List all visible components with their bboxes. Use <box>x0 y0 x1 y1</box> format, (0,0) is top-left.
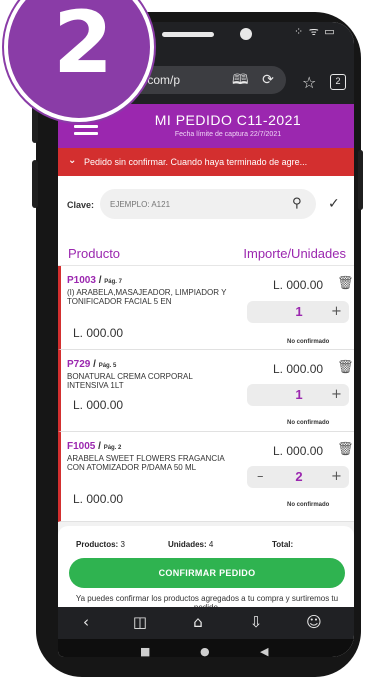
status-badge: No confirmado <box>287 502 330 508</box>
trash-icon[interactable]: 🗑 <box>337 442 354 457</box>
product-code: P729 <box>67 359 91 370</box>
product-column-label: Producto <box>68 246 121 261</box>
code-separator: / <box>95 275 105 286</box>
list-item: F1005 / Pág. 2 ARABELA SWEET FLOWERS FRA… <box>58 432 354 522</box>
star-icon[interactable]: ☆ <box>302 73 316 92</box>
column-header: Producto Importe/Unidades <box>58 236 354 266</box>
increment-button[interactable]: + <box>331 387 342 402</box>
item-code[interactable]: F1005 / Pág. 2 <box>67 441 121 452</box>
increment-button[interactable]: + <box>331 304 342 319</box>
catalog-page: Pág. 2 <box>103 445 122 451</box>
catalog-page: Pág. 5 <box>98 363 117 369</box>
quantity-stepper: – 2 + <box>247 466 349 488</box>
products-value: 3 <box>120 540 125 549</box>
home-button-icon[interactable]: ● <box>200 645 210 657</box>
back-icon[interactable]: ‹ <box>76 613 96 631</box>
decrement-button[interactable]: – <box>257 469 264 484</box>
item-description: (I) ARABELA,MASAJEADOR, LIMPIADOR Y TONI… <box>67 288 227 306</box>
book-open-icon[interactable]: 🕮 <box>232 72 249 88</box>
catalog-page: Pág. 7 <box>104 279 122 285</box>
quantity-stepper: 1 + <box>247 384 349 406</box>
item-import: L. 000.00 <box>273 278 324 292</box>
item-description: BONATURAL CREMA CORPORAL INTENSIVA 1LT <box>67 372 193 390</box>
catalog-icon[interactable]: ✓ <box>328 196 340 212</box>
power-button <box>358 150 363 210</box>
increment-button[interactable]: + <box>331 469 342 484</box>
products-label: Productos: <box>76 540 119 549</box>
product-code: P1003 <box>67 275 96 286</box>
search-icon[interactable]: ⚲ <box>292 196 302 211</box>
order-list: P1003 / Pág. 7 (I) ARABELA,MASAJEADOR, L… <box>58 266 354 522</box>
quantity-stepper: 1 + <box>247 301 349 323</box>
downloads-icon[interactable]: ⇩ <box>246 613 266 631</box>
list-item: P1003 / Pág. 7 (I) ARABELA,MASAJEADOR, L… <box>58 266 354 350</box>
item-price: L. 000.00 <box>73 398 124 412</box>
stage: ⁘ ᯤ ▭ ido2.arabela.com/p 🕮 ⟳ ☆ 2 MI PEDI… <box>0 0 371 685</box>
units-count: Unidades: 4 <box>168 540 213 549</box>
search-row: Clave: ⚲ ✓ <box>58 176 354 236</box>
item-price: L. 000.00 <box>73 326 124 340</box>
status-badge: No confirmado <box>287 339 330 345</box>
status-badge: No confirmado <box>287 420 330 426</box>
code-separator: / <box>95 441 104 452</box>
menu-line <box>74 132 98 135</box>
clave-label: Clave: <box>67 200 95 210</box>
step-number: 2 <box>53 0 113 93</box>
units-label: Unidades: <box>168 540 207 549</box>
system-nav-bar: ■ ● ◀ <box>58 639 354 657</box>
item-code[interactable]: P1003 / Pág. 7 <box>67 275 122 286</box>
quantity-value: 2 <box>295 469 303 484</box>
tab-switcher-button[interactable]: 2 <box>330 74 346 90</box>
recents-icon[interactable]: ■ <box>140 645 150 657</box>
trash-icon[interactable]: 🗑 <box>337 360 354 375</box>
import-column-label: Importe/Unidades <box>243 246 346 261</box>
chevron-down-icon[interactable]: ⌄ <box>68 155 76 166</box>
units-value: 4 <box>208 540 214 549</box>
search-input[interactable] <box>100 189 316 219</box>
list-item: P729 / Pág. 5 BONATURAL CREMA CORPORAL I… <box>58 350 354 432</box>
menu-line <box>74 125 98 128</box>
refresh-icon[interactable]: ⟳ <box>260 72 276 88</box>
reader-icon[interactable]: ◫ <box>130 613 150 631</box>
account-icon[interactable]: ☺ <box>304 613 324 631</box>
deadline-subtitle: Fecha límite de captura 22/7/2021 <box>174 131 282 138</box>
total-label: Total: <box>272 540 293 549</box>
quantity-value: 1 <box>295 387 303 402</box>
browser-bottom-nav: ‹ ◫ ⌂ ⇩ ☺ <box>58 607 354 639</box>
home-icon[interactable]: ⌂ <box>188 613 208 631</box>
volume-down-button <box>32 160 38 208</box>
item-price: L. 000.00 <box>73 492 124 506</box>
quantity-value: 1 <box>295 304 303 319</box>
page-title: MI PEDIDO C11-2021 <box>154 112 302 128</box>
status-icons: ⁘ ᯤ ▭ <box>294 25 336 38</box>
item-code[interactable]: P729 / Pág. 5 <box>67 359 116 370</box>
unconfirmed-alert[interactable]: ⌄ Pedido sin confirmar. Cuando haya term… <box>58 148 354 176</box>
trash-icon[interactable]: 🗑 <box>337 276 354 291</box>
item-description: ARABELA SWEET FLOWERS FRAGANCIA CON ATOM… <box>67 454 225 472</box>
confirm-order-button[interactable]: CONFIRMAR PEDIDO <box>69 558 345 588</box>
speaker-notch <box>162 32 214 37</box>
total-label-text: Total: <box>272 540 294 549</box>
product-code: F1005 <box>67 441 96 452</box>
item-import: L. 000.00 <box>273 362 324 376</box>
alert-text: Pedido sin confirmar. Cuando haya termin… <box>84 157 308 167</box>
item-import: L. 000.00 <box>273 444 324 458</box>
code-separator: / <box>90 359 99 370</box>
products-count: Productos: 3 <box>76 540 125 549</box>
camera-icon <box>240 28 252 40</box>
back-button-icon[interactable]: ◀ <box>260 645 268 657</box>
